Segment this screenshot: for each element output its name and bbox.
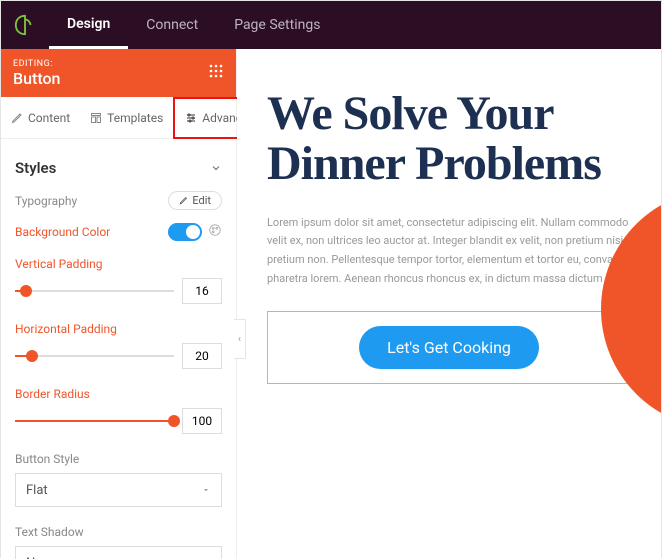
top-navbar: Design Connect Page Settings: [1, 1, 661, 49]
sliders-icon: [185, 112, 197, 124]
vpad-label: Vertical Padding: [15, 257, 103, 271]
editing-element-name: Button: [13, 69, 60, 88]
styles-title: Styles: [15, 159, 56, 177]
radius-input[interactable]: [182, 408, 222, 434]
page-body-text[interactable]: Lorem ipsum dolor sit amet, consectetur …: [267, 214, 631, 289]
cta-selection-box[interactable]: Let's Get Cooking: [267, 311, 631, 384]
nav-connect[interactable]: Connect: [128, 1, 216, 49]
nav-page-settings[interactable]: Page Settings: [216, 1, 338, 49]
hpad-label: Horizontal Padding: [15, 322, 117, 336]
button-style-select[interactable]: Flat: [15, 473, 222, 507]
chevron-down-icon: [201, 485, 211, 495]
collapse-sidebar-handle[interactable]: ‹: [234, 319, 246, 359]
styles-section-header[interactable]: Styles: [15, 149, 222, 191]
tab-templates[interactable]: Templates: [80, 97, 173, 139]
chevron-down-icon: [210, 162, 222, 174]
palette-icon[interactable]: [208, 222, 222, 241]
tab-templates-label: Templates: [107, 111, 163, 125]
editing-bar: EDITING: Button: [1, 49, 236, 97]
pencil-icon: [11, 112, 23, 124]
tab-content-label: Content: [28, 111, 70, 125]
sidebar: EDITING: Button Content Templates Advanc…: [1, 49, 237, 559]
vpad-input[interactable]: [182, 278, 222, 304]
pencil-icon: [179, 196, 188, 205]
editing-label: EDITING:: [13, 59, 60, 69]
hpad-slider[interactable]: [15, 348, 174, 364]
tab-content[interactable]: Content: [1, 97, 80, 139]
typography-edit-button[interactable]: Edit: [168, 191, 222, 210]
cta-button[interactable]: Let's Get Cooking: [359, 326, 539, 369]
radius-label: Border Radius: [15, 387, 90, 401]
text-shadow-select[interactable]: None: [15, 546, 222, 559]
typography-label: Typography: [15, 194, 77, 208]
templates-icon: [90, 112, 102, 124]
page-headline[interactable]: We Solve Your Dinner Problems: [267, 89, 631, 190]
bgcolor-label: Background Color: [15, 225, 110, 239]
text-shadow-label: Text Shadow: [15, 525, 84, 539]
preview-canvas: We Solve Your Dinner Problems Lorem ipsu…: [237, 49, 661, 559]
radius-slider[interactable]: [15, 413, 174, 429]
bgcolor-toggle[interactable]: [168, 223, 202, 241]
vpad-slider[interactable]: [15, 283, 174, 299]
button-style-label: Button Style: [15, 452, 79, 466]
hpad-input[interactable]: [182, 343, 222, 369]
nav-design[interactable]: Design: [49, 1, 128, 49]
app-logo[interactable]: [1, 1, 49, 49]
sidebar-tabs: Content Templates Advanced: [1, 97, 236, 139]
grid-icon[interactable]: [208, 63, 224, 83]
